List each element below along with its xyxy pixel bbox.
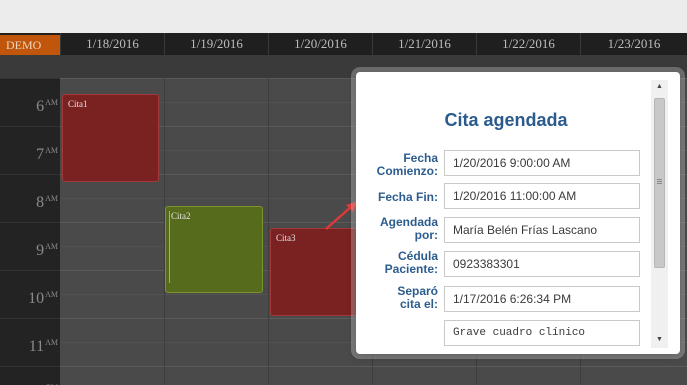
label-fecha-comienzo: Fecha Comienzo:	[376, 151, 438, 178]
day-header-3[interactable]: 1/20/2016	[268, 33, 372, 55]
popup-scrollbar[interactable]: ▲ ▼	[651, 80, 668, 348]
grip-line	[657, 183, 662, 184]
hour-label-9am: 9AM	[36, 242, 58, 259]
gutter-divider	[0, 126, 60, 127]
label-fecha-fin: Fecha Fin:	[377, 190, 438, 204]
grip-line	[657, 181, 662, 182]
time-gutter: 6AM 7AM 8AM 9AM 10AM 11AM 12PM	[0, 78, 60, 385]
grid-line	[60, 366, 687, 367]
scroll-down-icon[interactable]: ▼	[651, 336, 668, 343]
top-bar	[0, 0, 687, 33]
day-header-1[interactable]: 1/18/2016	[60, 33, 164, 55]
scroll-thumb[interactable]	[654, 98, 665, 268]
gutter-divider	[0, 318, 60, 319]
agendada-por-field[interactable]: María Belén Frías Lascano	[444, 217, 640, 243]
event-cita1[interactable]: Cita1	[62, 94, 159, 182]
label-separo-cita: Separó cita el:	[397, 284, 438, 311]
appointment-popup: Cita agendada Fecha Comienzo: 1/20/2016 9…	[356, 72, 680, 354]
fecha-fin-field[interactable]: 1/20/2016 11:00:00 AM	[444, 183, 640, 209]
label-agendada-por: Agendada por:	[379, 215, 438, 242]
hour-label-7am: 7AM	[36, 146, 58, 163]
day-header-4[interactable]: 1/21/2016	[372, 33, 476, 55]
notes-textarea[interactable]: Grave cuadro clínico	[444, 320, 640, 346]
day-header-2[interactable]: 1/19/2016	[164, 33, 268, 55]
hour-label-8am: 8AM	[36, 194, 58, 211]
hour-label-10am: 10AM	[28, 290, 58, 307]
day-divider	[268, 78, 269, 385]
gutter-divider	[0, 270, 60, 271]
gutter-divider	[0, 78, 60, 79]
event-cita3[interactable]: Cita3	[270, 228, 368, 316]
scroll-up-icon[interactable]: ▲	[651, 83, 668, 90]
day-header-6[interactable]: 1/23/2016	[580, 33, 687, 55]
calendar-day-header: DEMO 1/18/2016 1/19/2016 1/20/2016 1/21/…	[0, 33, 687, 55]
grip-line	[657, 179, 662, 180]
hour-label-6am: 6AM	[36, 98, 58, 115]
label-cedula-paciente: Cédula Paciente:	[384, 249, 438, 276]
day-header-5[interactable]: 1/22/2016	[476, 33, 580, 55]
cedula-paciente-field[interactable]: 0923383301	[444, 251, 640, 277]
gutter-divider	[0, 222, 60, 223]
demo-badge: DEMO	[0, 35, 60, 55]
gutter-divider	[0, 174, 60, 175]
gutter-divider	[0, 366, 60, 367]
separo-cita-field[interactable]: 1/17/2016 6:26:34 PM	[444, 286, 640, 312]
popup-title: Cita agendada	[444, 110, 568, 130]
event-cita2[interactable]: Cita2	[165, 206, 263, 293]
hour-label-11am: 11AM	[28, 338, 58, 355]
fecha-comienzo-field[interactable]: 1/20/2016 9:00:00 AM	[444, 150, 640, 176]
